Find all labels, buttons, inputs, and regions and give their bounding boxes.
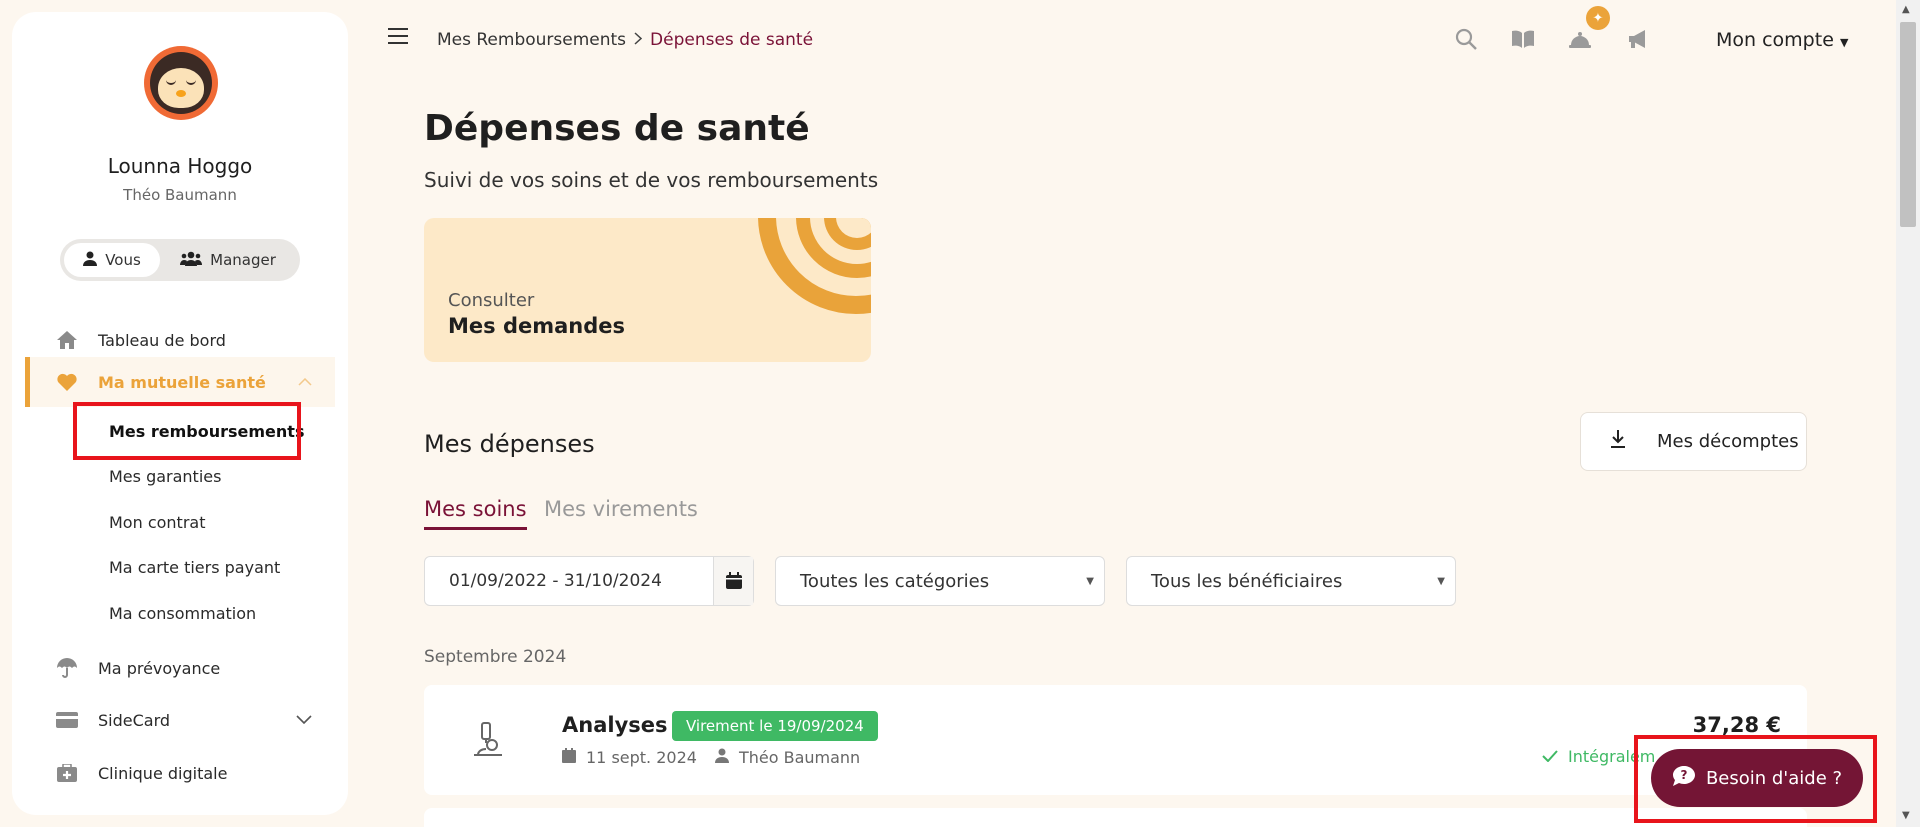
caret-down-icon: ▼: [1086, 575, 1094, 587]
caret-down-icon: ▼: [1839, 36, 1849, 49]
scroll-down-icon[interactable]: ▼: [1902, 810, 1910, 821]
expense-row[interactable]: Analyses Virement le 19/09/2024 11 sept.…: [424, 685, 1807, 795]
beneficiary-value: Tous les bénéficiaires: [1151, 570, 1343, 592]
book-icon[interactable]: [1510, 26, 1536, 52]
heart-icon: [55, 370, 79, 394]
sidebar-item-sidecard[interactable]: SideCard: [12, 698, 348, 742]
sidebar-subitem-carte[interactable]: Ma carte tiers payant: [109, 558, 280, 577]
sidebar-item-clinique[interactable]: Clinique digitale: [12, 751, 348, 795]
scroll-up-icon[interactable]: ▲: [1902, 4, 1910, 15]
date-range-value: 01/09/2022 - 31/10/2024: [449, 571, 662, 591]
card-title: Mes demandes: [448, 314, 626, 338]
tab-soins[interactable]: Mes soins: [424, 497, 527, 530]
card-label: Consulter: [448, 290, 535, 311]
category-value: Toutes les catégories: [800, 570, 990, 592]
sidebar-subitem-contrat[interactable]: Mon contrat: [109, 513, 205, 532]
highlight-box: [73, 402, 301, 460]
expense-amount: 37,28 €: [1692, 713, 1781, 737]
sidebar-item-label: Clinique digitale: [98, 763, 228, 783]
demandes-card[interactable]: Consulter Mes demandes: [424, 218, 871, 362]
chevron-up-icon: [298, 374, 312, 390]
chevron-right-icon: [634, 30, 643, 50]
tab-virements[interactable]: Mes virements: [544, 497, 698, 521]
megaphone-icon[interactable]: [1626, 26, 1652, 52]
sidebar-item-label: SideCard: [98, 710, 171, 730]
bell-icon[interactable]: [1567, 26, 1593, 52]
sidebar-item-mutuelle[interactable]: Ma mutuelle santé: [25, 357, 335, 407]
scrollbar-thumb[interactable]: [1900, 22, 1916, 227]
medical-kit-icon: [55, 761, 79, 785]
expense-date: 11 sept. 2024: [586, 748, 697, 767]
expense-meta: 11 sept. 2024 Théo Baumann: [562, 748, 860, 767]
date-range-input[interactable]: 01/09/2022 - 31/10/2024: [424, 556, 754, 606]
expense-title: Analyses: [562, 713, 668, 737]
person-icon: [83, 251, 98, 270]
toggle-manager[interactable]: Manager: [160, 243, 296, 277]
category-select[interactable]: Toutes les catégories ▼: [775, 556, 1105, 606]
month-heading: Septembre 2024: [424, 647, 567, 667]
beneficiary-select[interactable]: Tous les bénéficiaires ▼: [1126, 556, 1456, 606]
credit-card-icon: [55, 708, 79, 732]
toggle-you-label: Vous: [105, 251, 141, 269]
umbrella-icon: [55, 656, 79, 680]
decomptes-button[interactable]: Mes décomptes: [1580, 412, 1807, 471]
caret-down-icon: ▼: [1437, 575, 1445, 587]
status-badge: Virement le 19/09/2024: [672, 711, 878, 741]
calendar-icon[interactable]: [713, 557, 753, 605]
section-title: Mes dépenses: [424, 430, 595, 458]
sidebar-item-prevoyance[interactable]: Ma prévoyance: [12, 646, 348, 690]
avatar[interactable]: [144, 46, 218, 120]
chevron-down-icon: [296, 712, 312, 728]
page-subtitle: Suivi de vos soins et de vos rembourseme…: [424, 168, 879, 192]
account-label: Mon compte: [1716, 29, 1834, 51]
breadcrumb-current: Dépenses de santé: [650, 30, 814, 50]
search-icon[interactable]: [1453, 26, 1479, 52]
person-icon: [714, 748, 729, 767]
profile-toggle: Vous Manager: [60, 239, 300, 281]
sidebar-item-label: Tableau de bord: [98, 330, 226, 350]
expense-row[interactable]: [424, 808, 1807, 827]
highlight-box: [1634, 735, 1877, 823]
users-icon: [180, 251, 203, 270]
sparkle-badge-icon: ✦: [1586, 6, 1610, 30]
toggle-you[interactable]: Vous: [64, 243, 160, 277]
sidebar-item-dashboard[interactable]: Tableau de bord: [12, 318, 348, 362]
check-icon: [1542, 747, 1558, 766]
breadcrumb: Mes Remboursements Dépenses de santé: [437, 30, 813, 50]
decomptes-label: Mes décomptes: [1657, 431, 1799, 452]
microscope-icon: [468, 719, 508, 759]
toggle-manager-label: Manager: [210, 251, 276, 269]
menu-icon[interactable]: [388, 28, 408, 44]
breadcrumb-parent[interactable]: Mes Remboursements: [437, 30, 626, 50]
user-subtitle: Théo Baumann: [123, 186, 237, 204]
sidebar-subitem-consommation[interactable]: Ma consommation: [109, 604, 256, 623]
account-menu[interactable]: Mon compte ▼: [1716, 29, 1848, 51]
page-title: Dépenses de santé: [424, 108, 810, 149]
sidebar-item-label: Ma mutuelle santé: [98, 372, 266, 392]
download-icon: [1609, 429, 1627, 454]
expense-person: Théo Baumann: [738, 748, 861, 767]
sidebar-subitem-garanties[interactable]: Mes garanties: [109, 467, 221, 486]
sidebar-item-label: Ma prévoyance: [98, 658, 221, 678]
user-name: Lounna Hoggo: [107, 154, 253, 178]
calendar-icon: [562, 748, 576, 767]
home-icon: [55, 328, 79, 352]
